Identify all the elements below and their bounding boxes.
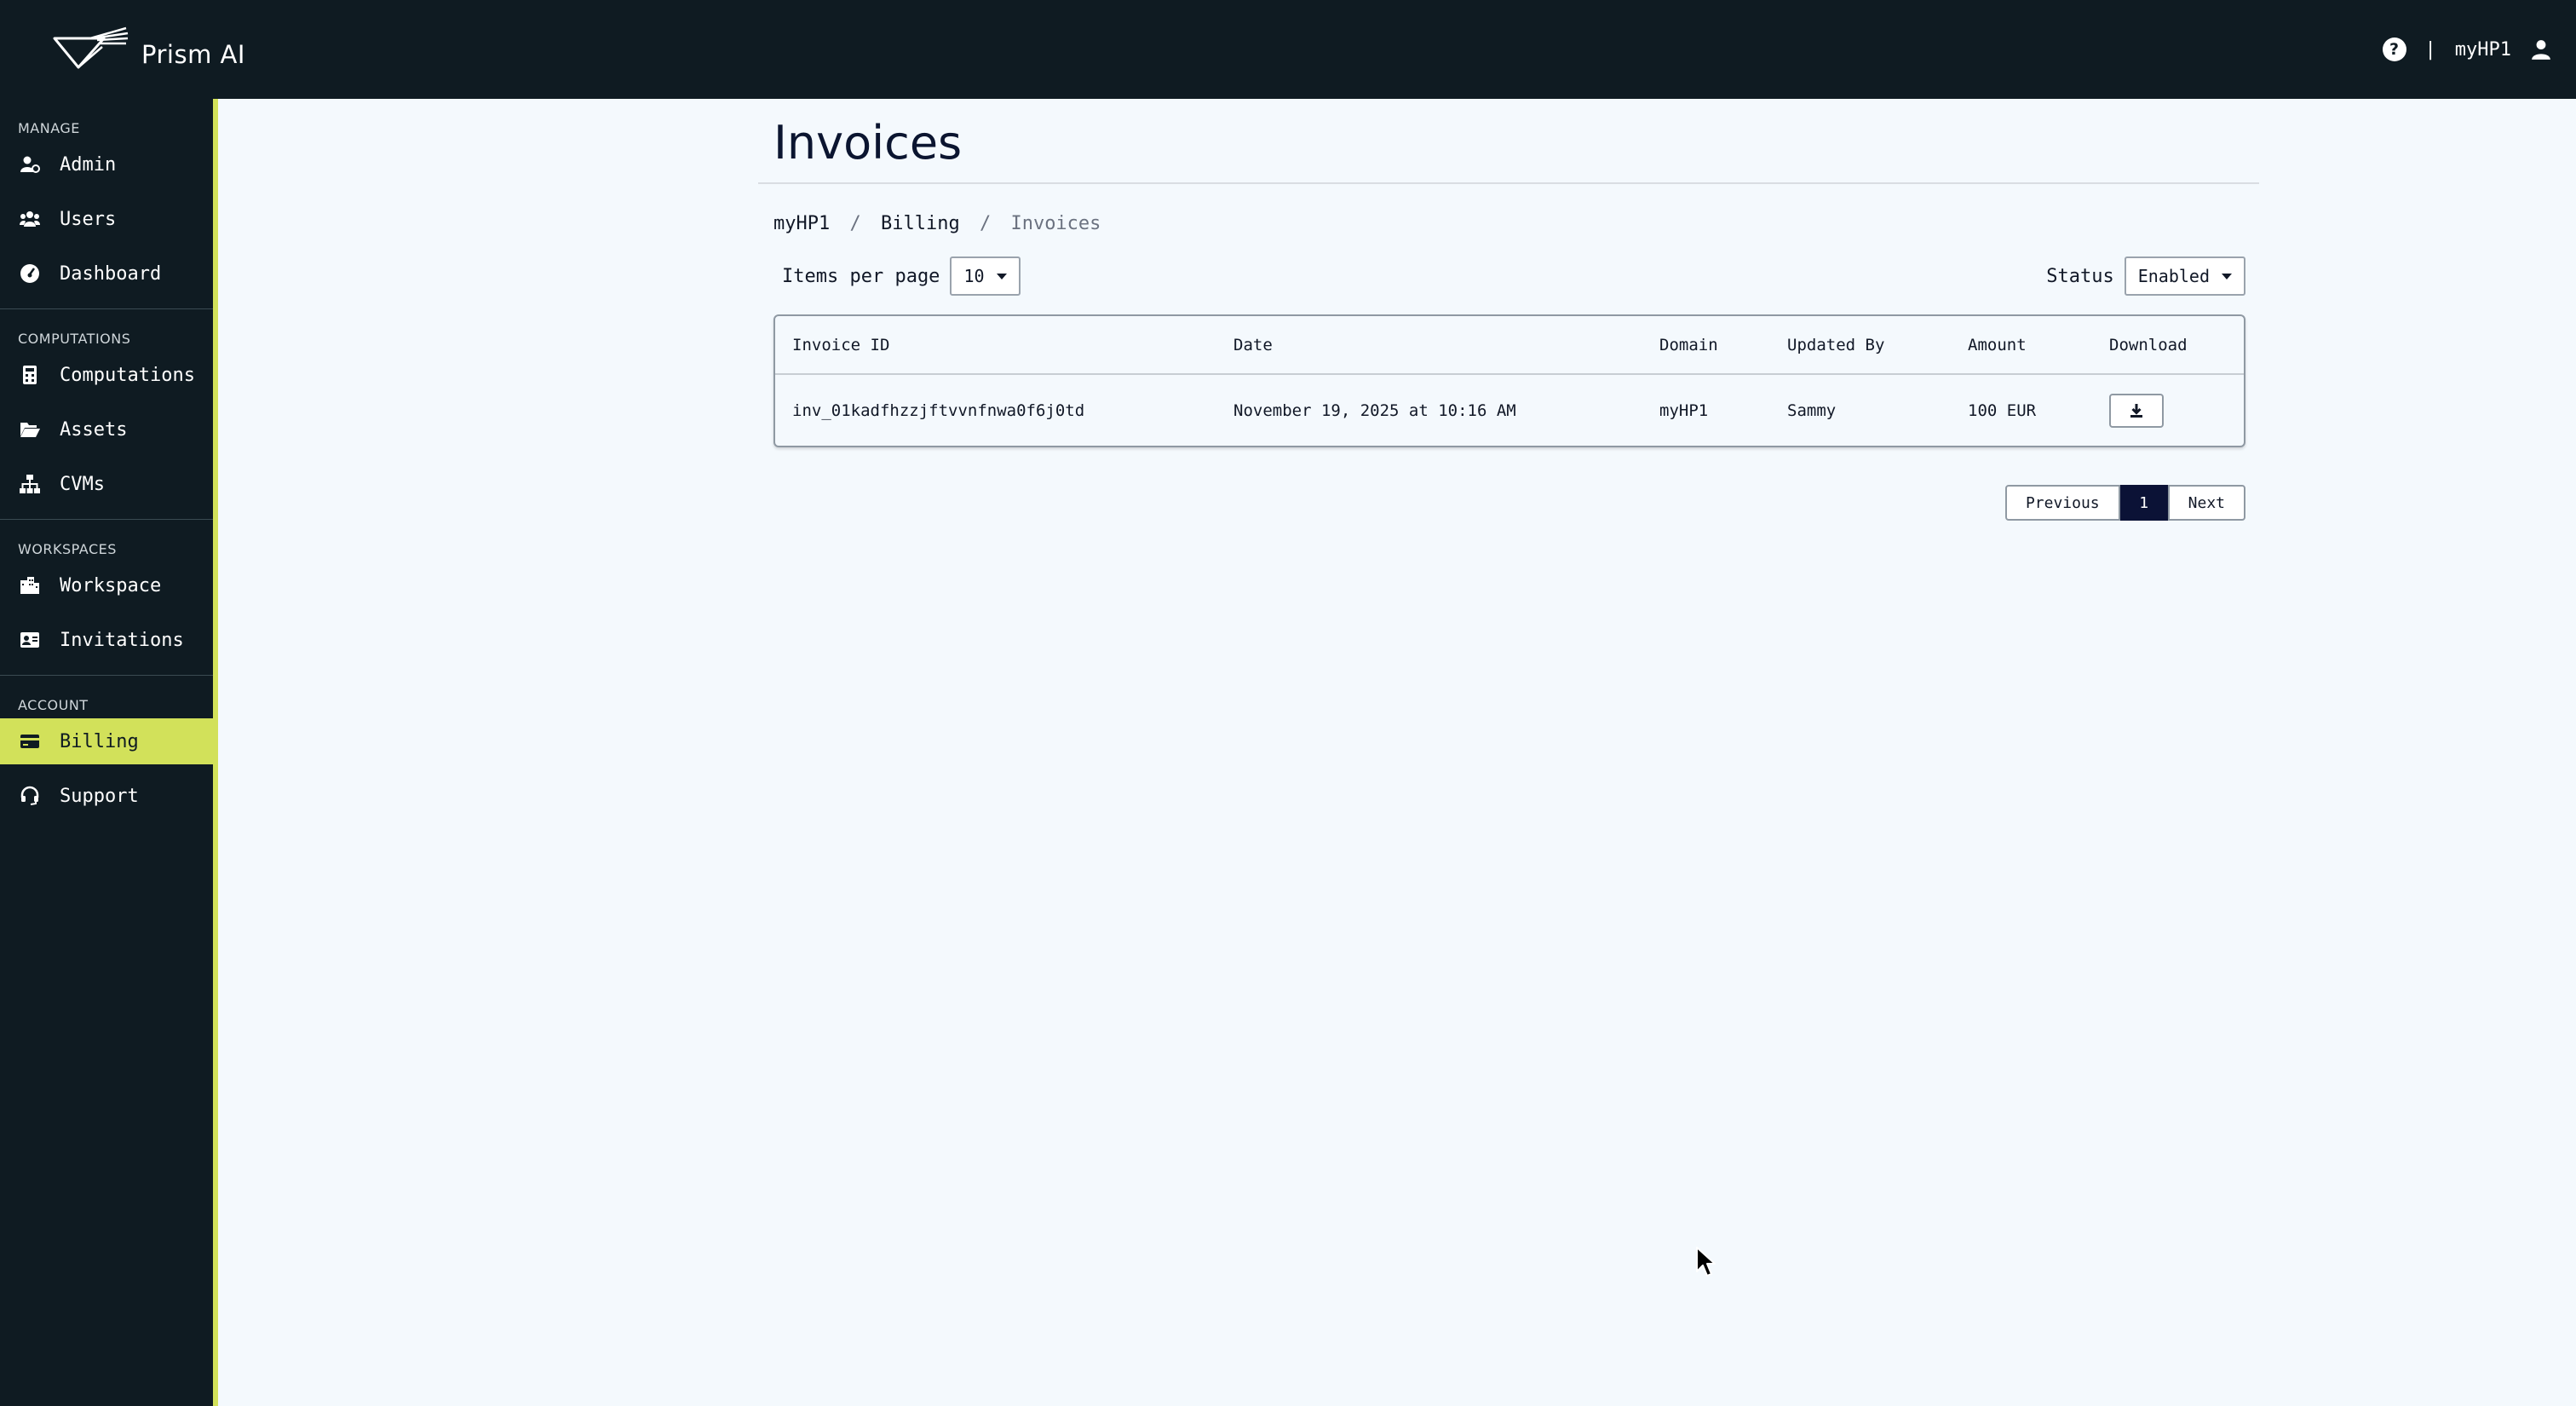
sidebar-section-manage: MANAGE Admin Users Dashboard (0, 99, 213, 309)
previous-page-button[interactable]: Previous (2004, 485, 2120, 521)
cell-updated-by: Sammy (1787, 400, 1837, 420)
pagination: Previous 1 Next (758, 485, 2245, 521)
invoices-table: Invoice ID Date Domain Updated By Amount… (773, 314, 2245, 447)
headset-icon (19, 785, 41, 807)
table-header-row: Invoice ID Date Domain Updated By Amount… (775, 316, 2244, 375)
page-1-button[interactable]: 1 (2119, 485, 2168, 521)
column-header-download: Download (2092, 316, 2244, 375)
cell-domain: myHP1 (1659, 400, 1709, 420)
app-name: Prism AI (141, 40, 245, 69)
status-value: Enabled (2137, 266, 2210, 286)
header-actions: ? | myHP1 (2382, 37, 2552, 61)
breadcrumb-separator: / (979, 213, 992, 234)
breadcrumb-domain[interactable]: myHP1 (773, 213, 830, 234)
user-gear-icon (19, 153, 41, 176)
sidebar-item-admin[interactable]: Admin (0, 141, 213, 187)
download-invoice-button[interactable] (2109, 393, 2164, 428)
title-divider (758, 182, 2259, 184)
column-header-domain: Domain (1642, 316, 1770, 375)
sidebar-item-label: Computations (60, 364, 195, 386)
sidebar-item-label: Users (60, 208, 117, 230)
items-per-page-value: 10 (963, 266, 985, 286)
id-card-icon (19, 629, 41, 651)
help-icon[interactable]: ? (2382, 37, 2406, 61)
column-header-amount: Amount (1951, 316, 2092, 375)
status-select[interactable]: Enabled (2124, 256, 2245, 296)
status-control: Status Enabled (2046, 256, 2245, 296)
items-per-page-select[interactable]: 10 (950, 256, 1021, 296)
table-controls: Items per page 10 Status Enabled (758, 256, 2259, 296)
top-bar: Prism AI ? | myHP1 (0, 0, 2576, 99)
sidebar-item-label: Assets (60, 418, 128, 441)
sidebar-item-cvms[interactable]: CVMs (0, 461, 213, 507)
folder-open-icon (19, 418, 41, 441)
sitemap-icon (19, 473, 41, 495)
sidebar-item-invitations[interactable]: Invitations (0, 617, 213, 663)
breadcrumb-billing[interactable]: Billing (881, 213, 960, 234)
sidebar-item-label: Admin (60, 153, 117, 176)
sidebar-section-account: ACCOUNT Billing Support (0, 676, 213, 831)
download-icon (2130, 403, 2142, 418)
sidebar-item-workspace[interactable]: Workspace (0, 562, 213, 608)
status-label: Status (2046, 265, 2114, 287)
column-header-invoice-id: Invoice ID (775, 316, 1216, 375)
credit-card-icon (19, 730, 41, 752)
sidebar-item-dashboard[interactable]: Dashboard (0, 251, 213, 297)
sidebar-item-support[interactable]: Support (0, 773, 213, 819)
section-title: MANAGE (18, 120, 80, 136)
users-icon (19, 208, 41, 230)
column-header-date: Date (1216, 316, 1642, 375)
cell-date: November 19, 2025 at 10:16 AM (1233, 400, 1516, 420)
column-header-updated-by: Updated By (1770, 316, 1951, 375)
sidebar-item-label: Workspace (60, 574, 162, 596)
section-title: ACCOUNT (18, 697, 89, 713)
table-row: inv_01kadfhzzjftvvnfnwa0f6j0td November … (775, 374, 2244, 446)
breadcrumb-current: Invoices (1010, 213, 1101, 234)
breadcrumb: myHP1 / Billing / Invoices (758, 213, 2259, 234)
gauge-icon (19, 262, 41, 285)
page-title: Invoices (773, 116, 963, 170)
chevron-down-icon (2222, 273, 2232, 279)
cell-invoice-id: inv_01kadfhzzjftvvnfnwa0f6j0td (792, 400, 1085, 420)
header-separator: | (2424, 38, 2436, 61)
section-title: COMPUTATIONS (18, 331, 131, 347)
cell-download (2092, 374, 2244, 446)
sidebar-section-workspaces: WORKSPACES Workspace Invitations (0, 520, 213, 676)
prism-logo-icon (53, 26, 129, 69)
calculator-icon (19, 364, 41, 386)
chevron-down-icon (996, 273, 1007, 279)
sidebar-item-computations[interactable]: Computations (0, 352, 213, 398)
building-icon (19, 574, 41, 596)
sidebar-item-label: Support (60, 785, 139, 807)
sidebar-item-assets[interactable]: Assets (0, 406, 213, 452)
sidebar-item-billing[interactable]: Billing (0, 718, 213, 764)
sidebar-item-label: Dashboard (60, 262, 162, 285)
sidebar-item-label: CVMs (60, 473, 105, 495)
cell-amount: 100 EUR (1968, 400, 2037, 420)
sidebar-item-label: Invitations (60, 629, 184, 651)
next-page-button[interactable]: Next (2167, 485, 2245, 521)
sidebar-section-computations: COMPUTATIONS Computations Assets CVMs (0, 309, 213, 520)
app-logo[interactable]: Prism AI (53, 26, 245, 72)
user-icon[interactable] (2530, 38, 2552, 61)
main-content: Invoices myHP1 / Billing / Invoices Item… (758, 99, 2259, 521)
sidebar: MANAGE Admin Users Dashboard COMPUTATION… (0, 99, 218, 1406)
header-username[interactable]: myHP1 (2455, 39, 2511, 61)
breadcrumb-separator: / (849, 213, 861, 234)
mouse-cursor-icon (1696, 1247, 1716, 1276)
items-per-page-label: Items per page (782, 265, 940, 287)
sidebar-item-users[interactable]: Users (0, 196, 213, 242)
section-title: WORKSPACES (18, 541, 117, 557)
items-per-page-control: Items per page 10 (782, 256, 1021, 296)
sidebar-item-label: Billing (60, 730, 139, 752)
